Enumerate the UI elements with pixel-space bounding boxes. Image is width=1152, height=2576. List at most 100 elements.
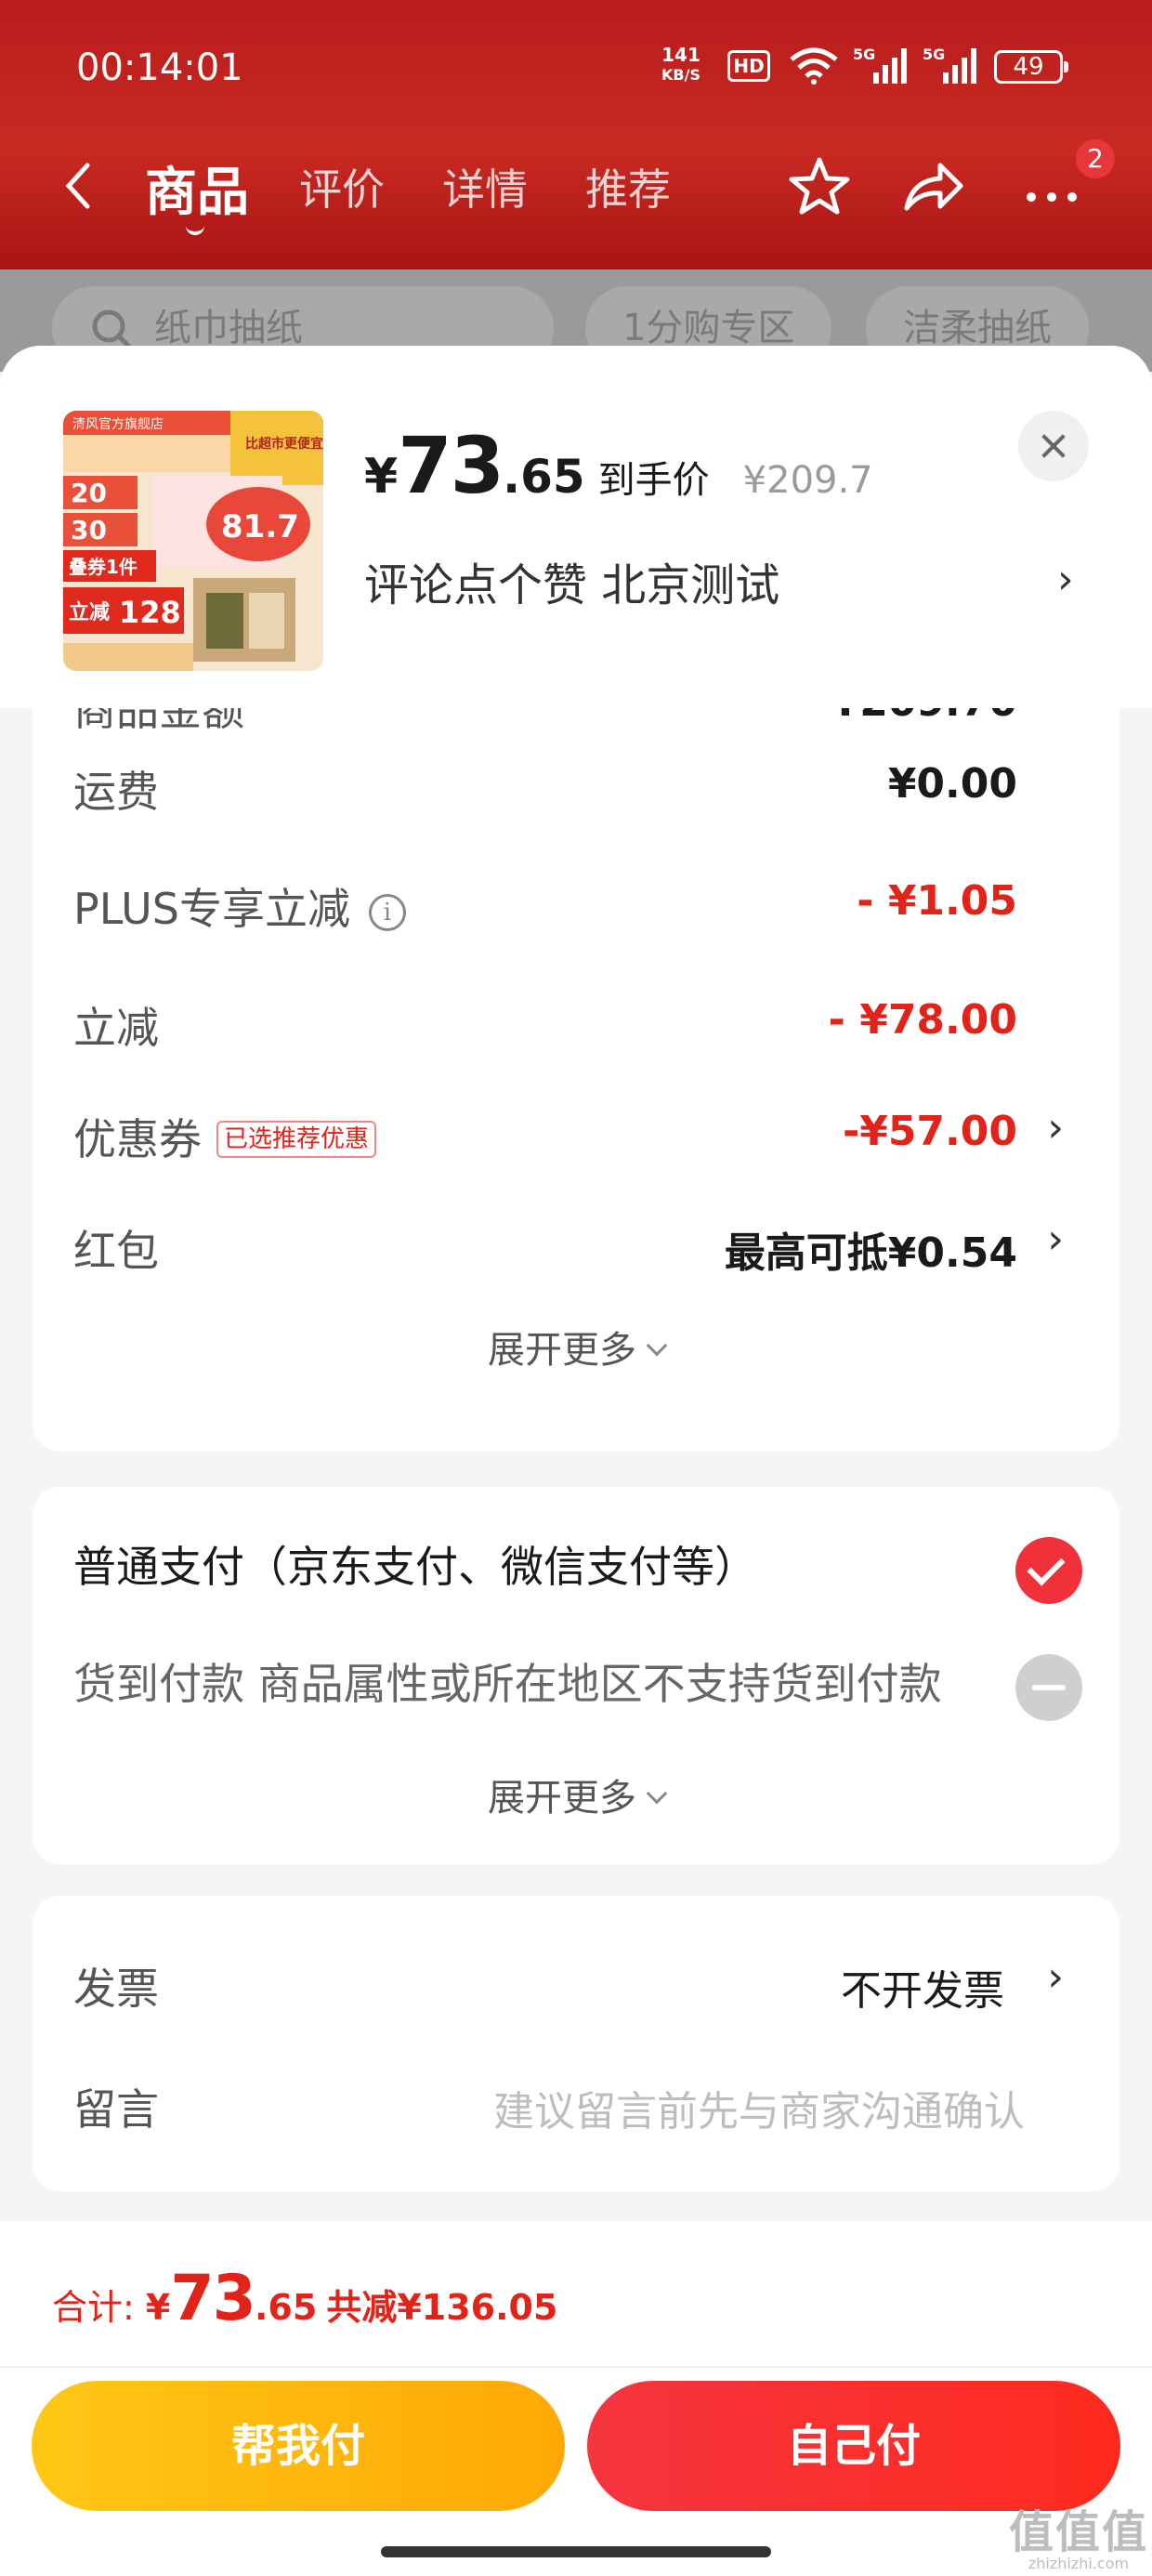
expand-more-prices[interactable]: 展开更多 (33, 1320, 1119, 1373)
row-plus-discount: PLUS专享立减 i - ¥1.05 (73, 866, 1077, 940)
shipping-value: ¥0.00 (887, 760, 1017, 808)
signal-5g-icon: 5G (853, 46, 907, 84)
info-icon[interactable]: i (368, 894, 406, 931)
home-indicator[interactable] (381, 2546, 771, 2557)
chevron-down-icon-2 (646, 1782, 668, 1805)
hd-icon: HD (727, 50, 770, 82)
note-input[interactable]: 建议留言前先与商家沟通确认 (493, 2078, 1025, 2137)
invoice-label: 发票 (73, 1964, 159, 2014)
net-speed-value: 141 (661, 44, 700, 66)
watermark: 值值值 zhizhizhi.com (1009, 2509, 1148, 2574)
tab-recommend[interactable]: 推荐 (585, 156, 671, 217)
row-coupon[interactable]: 优惠券 已选推荐优惠 -¥57.00 › (73, 1097, 1077, 1171)
price-integer: 73 (398, 420, 504, 511)
shipping-label: 运费 (73, 767, 159, 817)
watermark-logo: 值值值 (1009, 2506, 1149, 2558)
total-label: 合计: (52, 2287, 146, 2328)
help-me-pay-button[interactable]: 帮我付 (32, 2381, 565, 2511)
price-currency: ¥ (364, 449, 399, 505)
row-instant-discount: 立减 - ¥78.00 (73, 985, 1077, 1059)
thumb-discount: 立减 (69, 600, 110, 624)
payment-card: 普通支付（京东支付、微信支付等） 货到付款 商品属性或所在地区不支持货到付款 展… (33, 1487, 1119, 1864)
tab-product[interactable]: 商品 (145, 151, 249, 235)
invoice-note-card: 发票 不开发票 › 留言 建议留言前先与商家沟通确认 (33, 1896, 1119, 2191)
notification-badge: 2 (1076, 139, 1115, 178)
divider (0, 2366, 1152, 2368)
delivery-address[interactable]: 评论点个赞 北京测试 (364, 548, 779, 613)
coupon-text: 优惠券 (73, 1114, 202, 1164)
battery-icon: 49 (994, 50, 1068, 84)
payment-option-normal[interactable]: 普通支付（京东支付、微信支付等） (73, 1533, 757, 1595)
tab-reviews[interactable]: 评价 (299, 156, 385, 217)
tab-details[interactable]: 详情 (442, 156, 528, 217)
thumb-stack: 叠券1件 (69, 556, 137, 578)
net-speed-unit: KB/S (661, 66, 700, 84)
sheet-header: 清风官方旗舰店 比超市更便宜 20 30 81.7 叠券1件 立减 128 ¥7… (0, 346, 1152, 708)
top-header: 00:14:01 141 KB/S HD 5G 5G 49 商品 评价 详情 推… (0, 0, 1152, 269)
instant-discount-label: 立减 (73, 1003, 159, 1053)
status-bar: 00:14:01 141 KB/S HD 5G 5G 49 (0, 37, 1152, 102)
coupon-chevron-icon[interactable]: › (1047, 1104, 1064, 1151)
expand-more-payments-label: 展开更多 (488, 1777, 636, 1820)
red-packet-label: 红包 (73, 1226, 159, 1276)
address-chevron-icon[interactable]: › (1057, 556, 1074, 603)
search-chip-text: 纸巾抽纸 (154, 307, 303, 349)
coupon-recommend-pill: 已选推荐优惠 (216, 1121, 377, 1158)
back-arrow-icon[interactable] (56, 156, 102, 216)
total-discount: 共减¥136.05 (326, 2287, 558, 2328)
checkout-bar: 合计: ¥73.65 共减¥136.05 帮我付 自己付 (0, 2221, 1152, 2576)
expand-more-payments[interactable]: 展开更多 (33, 1768, 1119, 1821)
row-goods-amount: 商品金额 ¥209.70 (73, 708, 1077, 742)
plus-discount-value: - ¥1.05 (857, 877, 1017, 925)
plus-discount-text: PLUS专享立减 (73, 884, 350, 934)
thumb-bubble: 81.7 (221, 508, 299, 545)
expand-more-label: 展开更多 (488, 1329, 636, 1372)
thumb-store: 清风官方旗舰店 (72, 417, 164, 432)
thumb-promo1: 20 (71, 478, 107, 508)
pay-myself-button[interactable]: 自己付 (587, 2381, 1120, 2511)
watermark-url: zhizhizhi.com (1028, 2555, 1130, 2572)
invoice-value: 不开发票 (841, 1967, 1004, 2015)
price-breakdown-card: 商品金额 ¥209.70 运费 ¥0.00 PLUS专享立减i - ¥1.05 … (33, 708, 1119, 1452)
close-button[interactable] (1018, 411, 1089, 481)
favorite-star-icon[interactable] (786, 152, 853, 219)
chevron-down-icon (646, 1334, 668, 1357)
payment-normal-checked-icon[interactable] (1015, 1537, 1082, 1604)
total-integer: 73 (170, 2262, 256, 2335)
note-label: 留言 (73, 2084, 159, 2135)
signal-label-2: 5G (923, 46, 945, 63)
payment-option-cod: 货到付款 商品属性或所在地区不支持货到付款 (73, 1659, 942, 1709)
signal-5g-icon-2: 5G (923, 46, 976, 84)
signal-label: 5G (853, 46, 875, 63)
total-decimal: .65 (254, 2287, 318, 2328)
row-red-packet[interactable]: 红包 最高可抵¥0.54 › (73, 1208, 1077, 1282)
total-currency: ¥ (145, 2287, 171, 2328)
net-speed: 141 KB/S (661, 45, 700, 85)
row-invoice[interactable]: 发票 不开发票 › (73, 1946, 1077, 2020)
more-icon[interactable] (1018, 152, 1085, 219)
goods-amount-value: ¥209.70 (831, 708, 1017, 726)
row-shipping: 运费 ¥0.00 (73, 749, 1077, 823)
instant-discount-value: - ¥78.00 (828, 996, 1017, 1044)
goods-amount-label: 商品金额 (73, 708, 244, 735)
coupon-value: -¥57.00 (842, 1108, 1017, 1155)
order-total: 合计: ¥73.65 共减¥136.05 (52, 2262, 557, 2335)
thumb-promo2: 30 (71, 515, 107, 545)
product-thumbnail[interactable]: 清风官方旗舰店 比超市更便宜 20 30 81.7 叠券1件 立减 128 (63, 411, 323, 671)
thumb-tag: 比超市更便宜 (245, 436, 323, 452)
original-price: ¥209.7 (742, 459, 873, 502)
invoice-chevron-icon[interactable]: › (1047, 1953, 1064, 2001)
red-packet-value: 最高可抵¥0.54 (724, 1229, 1017, 1277)
product-nav: 商品 评价 详情 推荐 2 (0, 139, 1152, 235)
price-decimal: .65 (503, 450, 585, 504)
thumb-amount: 128 (119, 595, 181, 630)
row-note[interactable]: 留言 建议留言前先与商家沟通确认 (73, 2067, 1077, 2141)
coupon-label: 优惠券 已选推荐优惠 (73, 1106, 377, 1167)
product-image: 清风官方旗舰店 比超市更便宜 20 30 81.7 叠券1件 立减 128 (63, 411, 323, 671)
payment-cod-disabled-icon (1015, 1654, 1082, 1721)
share-icon[interactable] (899, 152, 966, 219)
status-time: 00:14:01 (76, 46, 243, 89)
price-tag: 到手价 (597, 459, 710, 502)
red-packet-chevron-icon[interactable]: › (1047, 1216, 1064, 1263)
wifi-icon (790, 47, 838, 85)
